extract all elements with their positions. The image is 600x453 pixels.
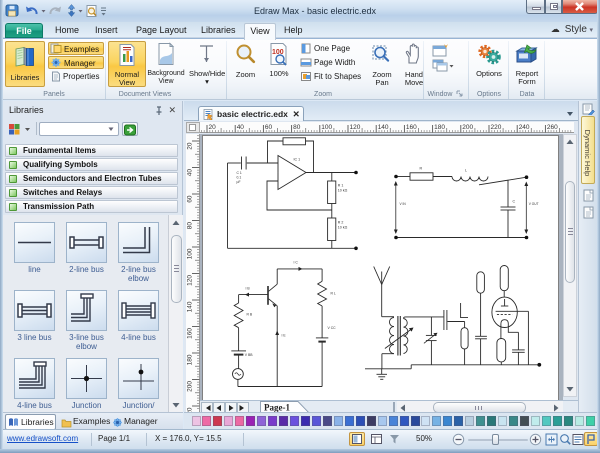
svg-text:R B: R B xyxy=(247,313,253,317)
svg-text:200: 200 xyxy=(187,381,194,392)
svg-text:140: 140 xyxy=(187,301,194,312)
svg-text:200: 200 xyxy=(462,124,473,131)
svg-text:0.1: 0.1 xyxy=(237,176,242,180)
svg-text:220: 220 xyxy=(491,124,502,131)
svg-text:R L: R L xyxy=(331,292,336,296)
svg-text:10 kΩ: 10 kΩ xyxy=(338,226,348,230)
svg-text:140: 140 xyxy=(378,124,389,131)
svg-text:I C: I C xyxy=(294,261,299,265)
svg-text:L: L xyxy=(465,169,467,173)
svg-text:µF: µF xyxy=(237,180,241,184)
svg-text:60: 60 xyxy=(265,124,273,131)
svg-text:IC 1: IC 1 xyxy=(294,158,301,162)
svg-text:C: C xyxy=(513,200,516,204)
svg-text:180: 180 xyxy=(187,354,194,365)
svg-text:100: 100 xyxy=(321,124,332,131)
svg-text:20: 20 xyxy=(187,142,194,150)
svg-text:I B: I B xyxy=(246,287,251,291)
svg-text:180: 180 xyxy=(434,124,445,131)
svg-text:20: 20 xyxy=(209,124,217,131)
svg-text:I E: I E xyxy=(282,334,287,338)
svg-text:R: R xyxy=(420,167,423,171)
svg-text:160: 160 xyxy=(406,124,417,131)
svg-text:R 2: R 2 xyxy=(338,221,344,225)
svg-text:80: 80 xyxy=(293,124,301,131)
svg-text:V BB: V BB xyxy=(245,353,253,357)
svg-text:40: 40 xyxy=(187,169,194,177)
svg-text:C 1: C 1 xyxy=(237,171,242,175)
svg-text:100: 100 xyxy=(187,248,194,259)
svg-text:V OUT: V OUT xyxy=(529,202,539,206)
svg-text:120: 120 xyxy=(350,124,361,131)
svg-text:60: 60 xyxy=(187,195,194,203)
svg-text:R 1: R 1 xyxy=(338,184,344,188)
svg-text:240: 240 xyxy=(519,124,530,131)
svg-text:120: 120 xyxy=(187,275,194,286)
svg-text:40: 40 xyxy=(237,124,245,131)
svg-text:160: 160 xyxy=(187,328,194,339)
svg-text:Page-1: Page-1 xyxy=(264,403,290,413)
svg-text:V IN: V IN xyxy=(400,202,407,206)
svg-text:80: 80 xyxy=(187,222,194,230)
svg-text:260: 260 xyxy=(547,124,558,131)
svg-text:V CC: V CC xyxy=(328,326,337,330)
svg-text:10 kΩ: 10 kΩ xyxy=(338,189,348,193)
